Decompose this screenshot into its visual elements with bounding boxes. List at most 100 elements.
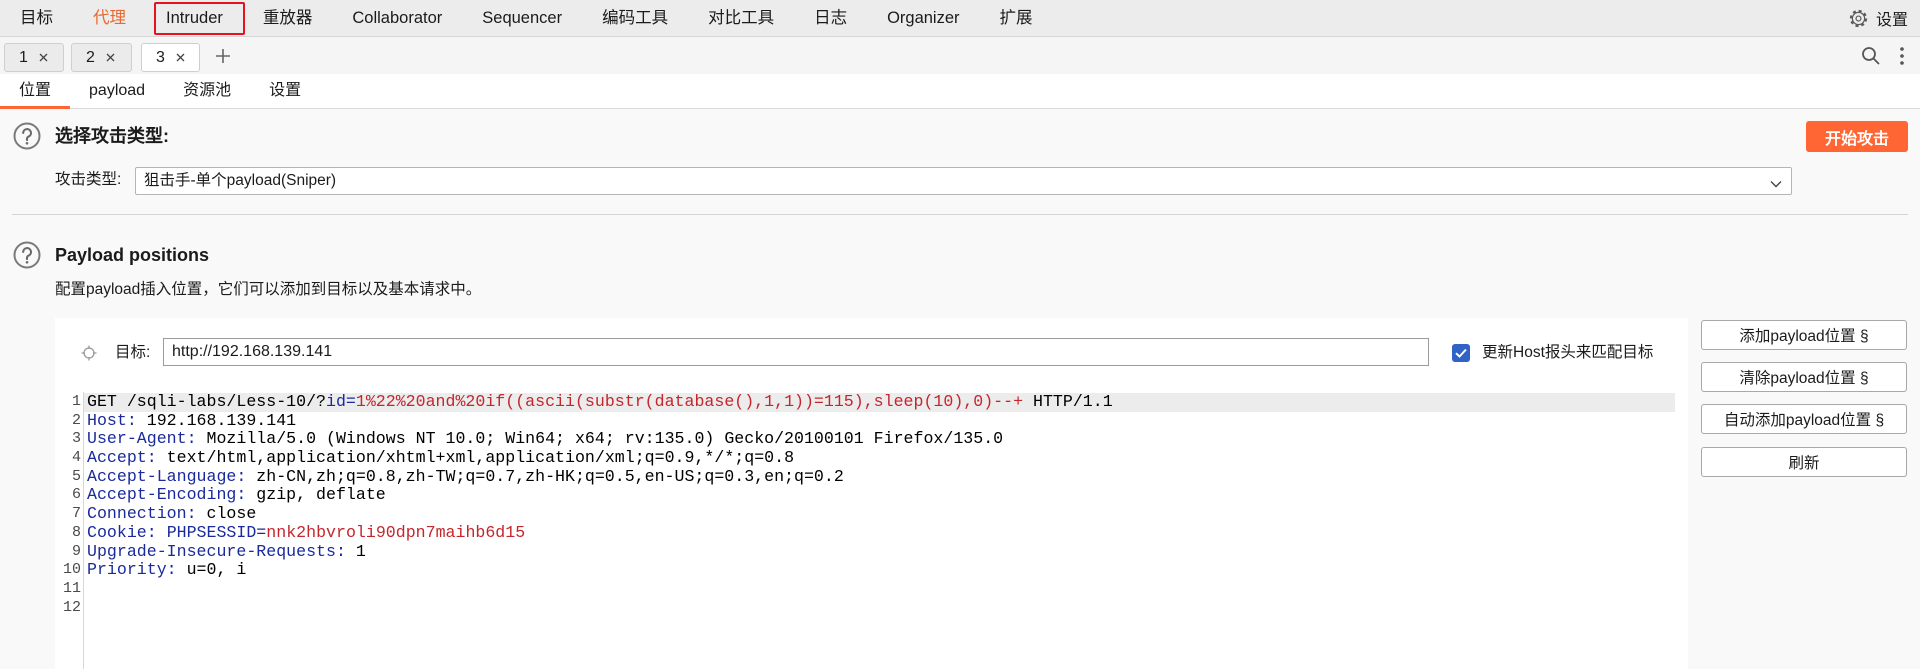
line-content[interactable]: Upgrade-Insecure-Requests: 1	[84, 541, 1675, 562]
settings-label: 设置	[1875, 12, 1908, 29]
request-text: text/html,application/xhtml+xml,applicat…	[156, 448, 795, 468]
line-number: 12	[62, 598, 81, 616]
request-lines: 1 GET /sqli-labs/Less-10/?id=1%22%20and%2…	[55, 392, 1675, 618]
line-number: 3	[71, 430, 81, 448]
line-content[interactable]: Accept: text/html,application/xhtml+xml,…	[84, 448, 1675, 468]
chevron-down-icon	[1770, 176, 1782, 188]
settings-button[interactable]: 设置	[1848, 0, 1908, 36]
request-tab-1[interactable]: 1	[4, 43, 64, 72]
attack-type-title: 选择攻击类型:	[55, 126, 169, 146]
request-line[interactable]: 2 Host: 192.168.139.141	[55, 410, 1675, 431]
request-line[interactable]: 4 Accept: text/html,application/xhtml+xml…	[55, 448, 1675, 468]
refresh-button[interactable]: 刷新	[1701, 447, 1907, 477]
line-number: 1	[71, 393, 81, 410]
tab-payloads[interactable]: payload	[70, 74, 164, 108]
menu-item-sequencer[interactable]: Sequencer	[462, 0, 582, 36]
request-line[interactable]: 9 Upgrade-Insecure-Requests: 1	[55, 541, 1675, 562]
tab-label: 1	[19, 48, 28, 66]
target-url-value: http://192.168.139.141	[172, 343, 333, 360]
menu-item-proxy[interactable]: 代理	[73, 0, 146, 36]
param-value: 1%22%20and%20if((ascii(substr(database()…	[355, 392, 1024, 411]
line-number: 10	[62, 561, 81, 579]
line-content[interactable]: Connection: close	[84, 504, 1675, 524]
clear-payload-positions-button[interactable]: 清除payload位置 §	[1701, 362, 1907, 392]
line-content[interactable]: GET /sqli-labs/Less-10/?id=1%22%20and%20…	[84, 392, 1675, 412]
help-icon[interactable]	[13, 241, 41, 269]
header-name: Cookie:	[87, 522, 157, 542]
request-text: 192.168.139.141	[136, 410, 297, 430]
request-line[interactable]: 8 Cookie: PHPSESSID=nnk2hbvroli90dpn7maih…	[55, 522, 1675, 543]
header-name: Connection:	[87, 504, 197, 524]
request-line[interactable]: 5 Accept-Language: zh-CN,zh;q=0.8,zh-TW;q…	[55, 466, 1675, 487]
attack-type-value: 狙击手-单个payload(Sniper)	[144, 172, 337, 189]
request-text: Mozilla/5.0 (Windows NT 10.0; Win64; x64…	[196, 429, 1004, 449]
close-icon[interactable]	[106, 53, 115, 62]
check-icon	[1455, 348, 1467, 358]
param-value: nnk2hbvroli90dpn7maihb6d15	[266, 522, 526, 542]
header-name: Accept-Language:	[87, 466, 247, 486]
tab-resource-pool[interactable]: 资源池	[164, 74, 250, 108]
request-line[interactable]: 1 GET /sqli-labs/Less-10/?id=1%22%20and%2…	[55, 392, 1675, 412]
menu-item-organizer[interactable]: Organizer	[867, 0, 979, 36]
menu-item-comparer[interactable]: 对比工具	[688, 0, 794, 36]
request-line[interactable]: 6 Accept-Encoding: gzip, deflate	[55, 486, 1675, 505]
line-content[interactable]: Priority: u=0, i	[84, 560, 1675, 580]
request-tab-2[interactable]: 2	[71, 43, 132, 72]
request-line[interactable]: 3 User-Agent: Mozilla/5.0 (Windows NT 10.…	[55, 430, 1675, 449]
menu-item-logger[interactable]: 日志	[794, 0, 867, 36]
tab-label: 2	[86, 48, 95, 66]
request-line[interactable]: 7 Connection: close	[55, 504, 1675, 524]
line-content[interactable]: Cookie: PHPSESSID=nnk2hbvroli90dpn7maihb…	[84, 522, 1675, 543]
menu-item-collaborator[interactable]: Collaborator	[332, 0, 462, 36]
request-text: GET /sqli-labs/Less-10/?	[87, 392, 326, 411]
menu-item-decoder[interactable]: 编码工具	[582, 0, 688, 36]
header-name: User-Agent:	[87, 429, 197, 449]
header-name: Accept:	[87, 448, 157, 468]
more-vertical-icon[interactable]	[1896, 46, 1906, 66]
close-icon[interactable]	[176, 53, 185, 62]
request-line[interactable]: 12	[55, 599, 1675, 618]
line-content[interactable]: Accept-Language: zh-CN,zh;q=0.8,zh-TW;q=…	[84, 466, 1675, 487]
help-icon[interactable]	[13, 122, 41, 150]
add-payload-position-button[interactable]: 添加payload位置 §	[1701, 320, 1907, 350]
auto-add-payload-positions-button[interactable]: 自动添加payload位置 §	[1701, 404, 1907, 434]
close-icon[interactable]	[39, 53, 48, 62]
section-divider	[12, 214, 1908, 215]
tab-settings[interactable]: 设置	[250, 74, 320, 108]
request-text: zh-CN,zh;q=0.8,zh-TW;q=0.7,zh-HK;q=0.5,e…	[246, 466, 844, 486]
tab-positions[interactable]: 位置	[0, 74, 71, 109]
header-name: Accept-Encoding:	[87, 485, 247, 505]
line-content[interactable]	[84, 580, 1675, 599]
line-content[interactable]: User-Agent: Mozilla/5.0 (Windows NT 10.0…	[84, 430, 1675, 449]
menu-item-intruder[interactable]: Intruder	[146, 0, 245, 36]
search-icon[interactable]	[1861, 46, 1881, 66]
request-tab-3[interactable]: 3	[141, 43, 200, 72]
request-editor[interactable]: 1 GET /sqli-labs/Less-10/?id=1%22%20and%2…	[55, 392, 1688, 669]
request-text	[157, 523, 167, 542]
line-number: 7	[71, 505, 81, 523]
plus-icon[interactable]	[214, 47, 232, 65]
line-content[interactable]: Accept-Encoding: gzip, deflate	[84, 486, 1675, 505]
request-text: HTTP/1.1	[1023, 392, 1113, 411]
payload-positions-title: Payload positions	[55, 245, 210, 265]
update-host-label: 更新Host报头来匹配目标	[1482, 344, 1654, 361]
menu-item-extensions[interactable]: 扩展	[980, 0, 1053, 36]
menu-item-target[interactable]: 目标	[0, 0, 73, 36]
line-number: 11	[62, 579, 81, 597]
start-attack-button[interactable]: 开始攻击	[1806, 121, 1908, 152]
header-name: Upgrade-Insecure-Requests:	[87, 541, 346, 561]
attack-type-select[interactable]: 狙击手-单个payload(Sniper)	[135, 167, 1792, 195]
line-number: 9	[71, 542, 81, 560]
request-tab-bar: 1 2 3	[0, 37, 1920, 74]
target-url-input[interactable]: http://192.168.139.141	[163, 338, 1429, 366]
request-editor-panel: 目标: http://192.168.139.141 更新Host报头来匹配目标…	[55, 318, 1688, 669]
intruder-sub-tabs: 位置 payload 资源池 设置	[0, 74, 1920, 109]
update-host-checkbox[interactable]	[1452, 344, 1470, 362]
main-menu-bar: 目标 代理 Intruder 重放器 Collaborator Sequence…	[0, 0, 1920, 37]
menu-item-repeater[interactable]: 重放器	[243, 0, 333, 36]
request-line[interactable]: 11	[55, 580, 1675, 599]
request-line[interactable]: 10 Priority: u=0, i	[55, 560, 1675, 580]
line-content[interactable]: Host: 192.168.139.141	[84, 410, 1675, 431]
line-content[interactable]	[84, 599, 1675, 618]
attack-type-label: 攻击类型:	[55, 171, 122, 188]
